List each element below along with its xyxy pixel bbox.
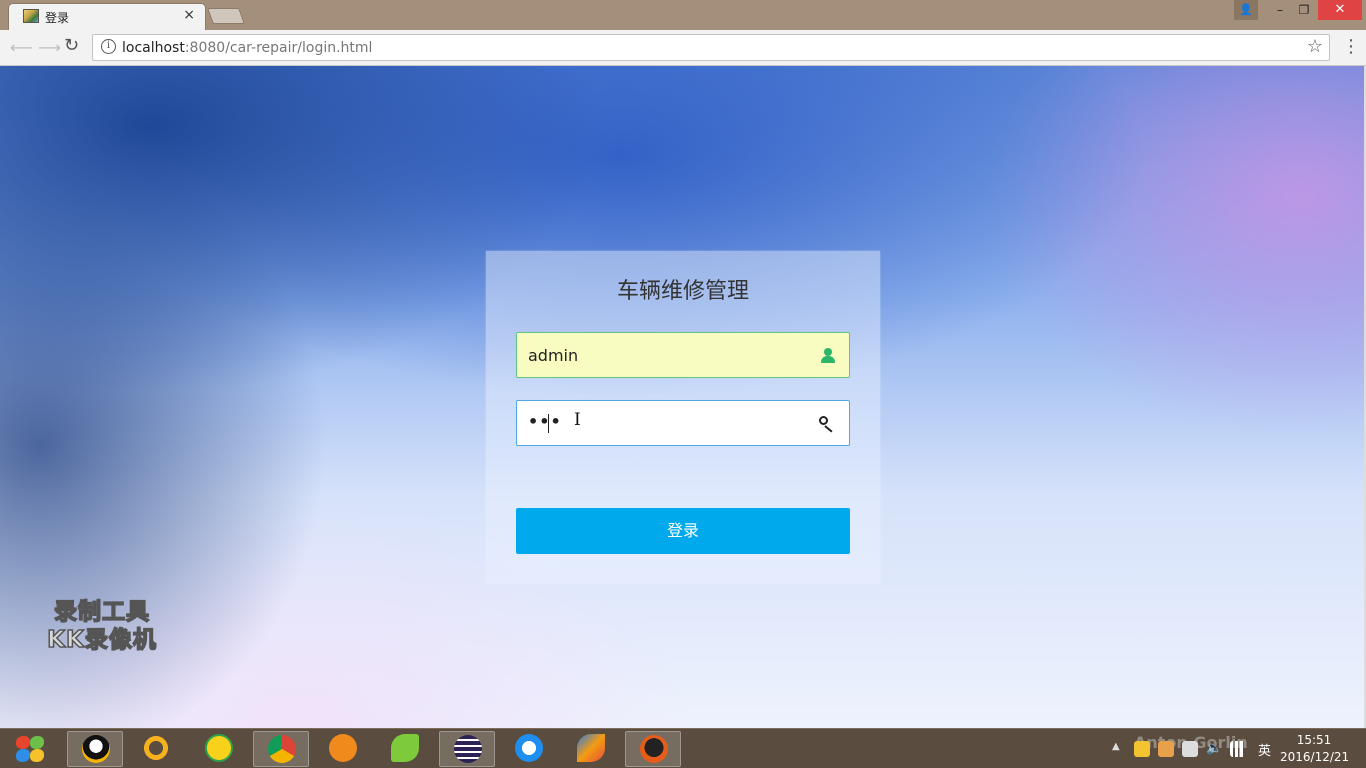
tray-volume-icon[interactable]: 🔈 [1206, 741, 1222, 757]
clock-date[interactable]: 2016/12/21 [1280, 750, 1349, 764]
taskbar-ninja-icon[interactable] [625, 731, 681, 767]
password-value[interactable]: ••• [528, 412, 562, 431]
taskbar-chrome-icon[interactable] [253, 731, 309, 767]
watermark-line-1: 录制工具 [53, 598, 150, 626]
login-title: 车辆维修管理 [616, 279, 749, 304]
start-button-icon[interactable] [14, 734, 46, 764]
minimize-button[interactable]: – [1268, 0, 1292, 20]
taskbar: ▲ Anton Gorlin 🔈 英 15:51 2016/12/21 [0, 728, 1366, 768]
close-window-button[interactable]: ✕ [1318, 0, 1362, 20]
browser-titlebar: 登录 × 👤 – ❐ ✕ [0, 0, 1366, 30]
new-tab-button[interactable] [207, 8, 245, 24]
recorder-watermark: 录制工具 KK录像机 [32, 598, 172, 654]
ibeam-cursor-icon: I [574, 410, 581, 430]
tray-expand-icon[interactable]: ▲ [1112, 741, 1120, 752]
page-background: 车辆维修管理 admin ••• 登录 I 录制工具 KK录像机 [0, 66, 1366, 728]
taskbar-eclipse-icon[interactable] [439, 731, 495, 767]
address-url[interactable]: localhost:8080/car-repair/login.html [122, 40, 372, 56]
taskbar-feather-icon[interactable] [563, 731, 619, 767]
tray-signal-icon[interactable] [1230, 741, 1246, 757]
forward-arrow-icon[interactable]: ⟶ [38, 38, 61, 57]
browser-tab[interactable]: 登录 × [8, 3, 206, 30]
tray-network-icon[interactable] [1182, 741, 1198, 757]
username-field[interactable]: admin [516, 332, 850, 378]
taskbar-qq-icon[interactable] [67, 731, 123, 767]
taskbar-browser-icon[interactable] [501, 731, 557, 767]
browser-toolbar: ⟵ ⟶ ↻ i localhost:8080/car-repair/login.… [0, 30, 1366, 66]
text-caret [548, 414, 549, 433]
taskbar-wifi-icon[interactable] [315, 731, 371, 767]
tray-language-indicator[interactable]: 英 [1258, 740, 1271, 759]
taskbar-leaf-icon[interactable] [377, 731, 433, 767]
tray-plus-icon[interactable] [1134, 741, 1150, 757]
user-icon [821, 348, 835, 364]
back-arrow-icon[interactable]: ⟵ [10, 38, 33, 57]
info-icon[interactable]: i [101, 39, 116, 54]
taskbar-qq-music-icon[interactable] [191, 731, 247, 767]
url-host: localhost [122, 40, 185, 56]
tab-title: 登录 [45, 11, 70, 25]
watermark-line-2: KK录像机 [46, 626, 157, 654]
key-icon [819, 416, 835, 433]
tab-favicon-icon [23, 9, 39, 23]
clock-time[interactable]: 15:51 [1280, 733, 1348, 747]
username-value[interactable]: admin [528, 346, 578, 365]
reload-icon[interactable]: ↻ [64, 35, 79, 56]
maximize-button[interactable]: ❐ [1292, 0, 1316, 20]
tab-close-button[interactable]: × [183, 7, 195, 23]
address-bar[interactable]: i localhost:8080/car-repair/login.html ☆ [92, 34, 1330, 61]
url-path: :8080/car-repair/login.html [184, 40, 373, 56]
profile-icon[interactable]: 👤 [1234, 0, 1258, 20]
login-panel: 车辆维修管理 admin ••• 登录 [486, 251, 880, 583]
browser-menu-icon[interactable]: ⋮ [1342, 36, 1360, 57]
taskbar-sogou-icon[interactable] [128, 731, 184, 767]
password-field[interactable]: ••• [516, 400, 850, 446]
tray-person-icon[interactable] [1158, 741, 1174, 757]
bookmark-star-icon[interactable]: ☆ [1307, 36, 1323, 57]
login-button[interactable]: 登录 [516, 508, 850, 554]
